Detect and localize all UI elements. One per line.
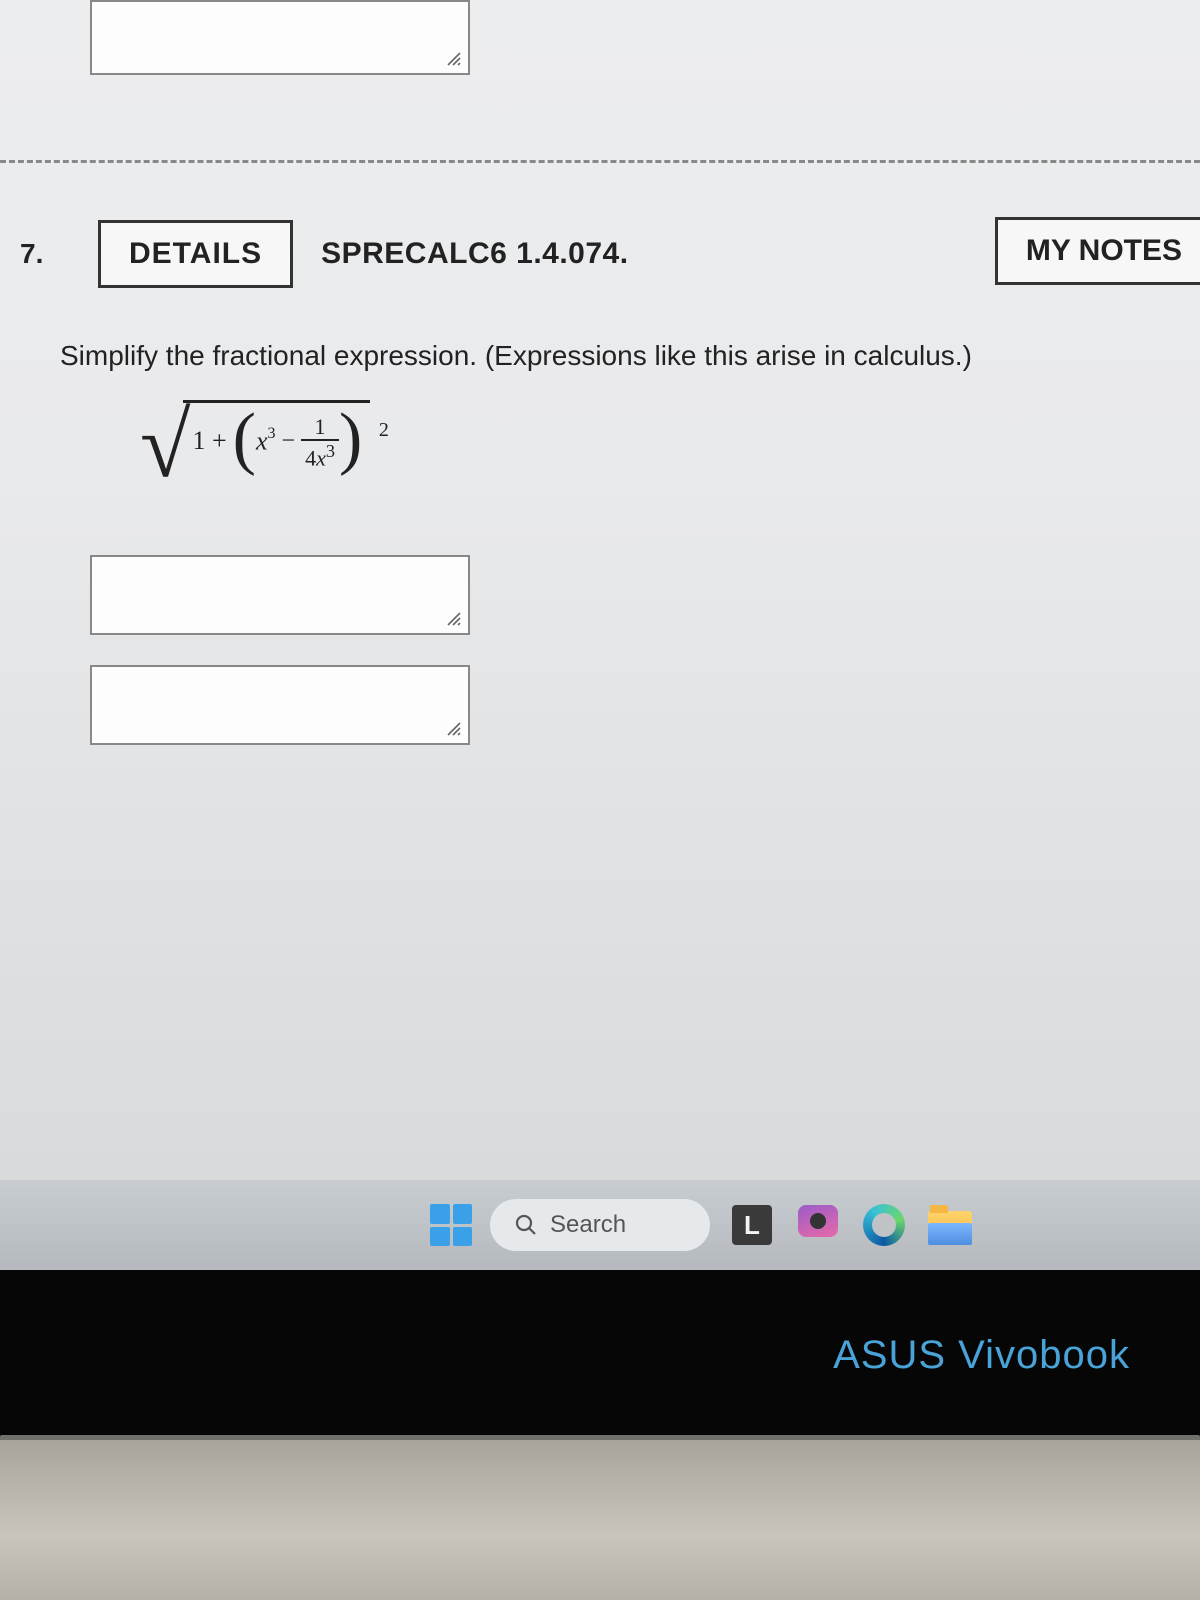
fraction-numerator: 1 — [309, 415, 332, 439]
taskbar-app-chat[interactable] — [794, 1201, 842, 1249]
resize-handle-icon[interactable] — [444, 49, 464, 69]
search-icon — [514, 1213, 538, 1237]
windows-taskbar: Search L — [0, 1180, 1200, 1270]
resize-handle-icon[interactable] — [444, 609, 464, 629]
answer-input-1[interactable] — [90, 555, 470, 635]
taskbar-search[interactable]: Search — [490, 1199, 710, 1251]
outer-exponent: 2 — [379, 419, 389, 441]
letter-L-icon: L — [732, 1205, 772, 1245]
question-separator — [0, 160, 1200, 163]
right-paren-icon: ) — [339, 411, 362, 467]
my-notes-button[interactable]: MY NOTES — [995, 217, 1200, 285]
details-button[interactable]: DETAILS — [98, 220, 293, 288]
question-prompt: Simplify the fractional expression. (Exp… — [60, 340, 1180, 372]
laptop-bezel: ASUS Vivobook — [0, 1270, 1200, 1440]
desk-surface — [0, 1440, 1200, 1600]
page-content: 7. DETAILS SPRECALC6 1.4.074. MY NOTES S… — [0, 0, 1200, 1180]
taskbar-app-explorer[interactable] — [926, 1201, 974, 1249]
start-button[interactable] — [430, 1204, 472, 1246]
previous-answer-input[interactable] — [90, 0, 470, 75]
answer-input-2[interactable] — [90, 665, 470, 745]
math-expression: √ 1 + ( x3 − 1 4x3 ) 2 — [140, 400, 387, 478]
question-reference: SPRECALC6 1.4.074. — [321, 237, 628, 271]
question-header: 7. DETAILS SPRECALC6 1.4.074. MY NOTES — [20, 220, 1200, 288]
question-number: 7. — [20, 238, 70, 270]
taskbar-app-L[interactable]: L — [728, 1201, 776, 1249]
one-plus: 1 + — [193, 428, 227, 454]
fraction-denominator: 4x3 — [301, 441, 339, 471]
resize-handle-icon[interactable] — [444, 719, 464, 739]
x-cubed: x3 — [256, 428, 276, 455]
search-label: Search — [550, 1211, 626, 1239]
folder-icon — [928, 1211, 972, 1245]
taskbar-app-edge[interactable] — [860, 1201, 908, 1249]
chat-camera-icon — [798, 1205, 838, 1245]
laptop-brand: ASUS Vivobook — [833, 1333, 1130, 1378]
fraction: 1 4x3 — [301, 415, 339, 471]
left-paren-icon: ( — [233, 411, 256, 467]
minus-sign: − — [282, 429, 296, 453]
edge-icon — [863, 1204, 905, 1246]
